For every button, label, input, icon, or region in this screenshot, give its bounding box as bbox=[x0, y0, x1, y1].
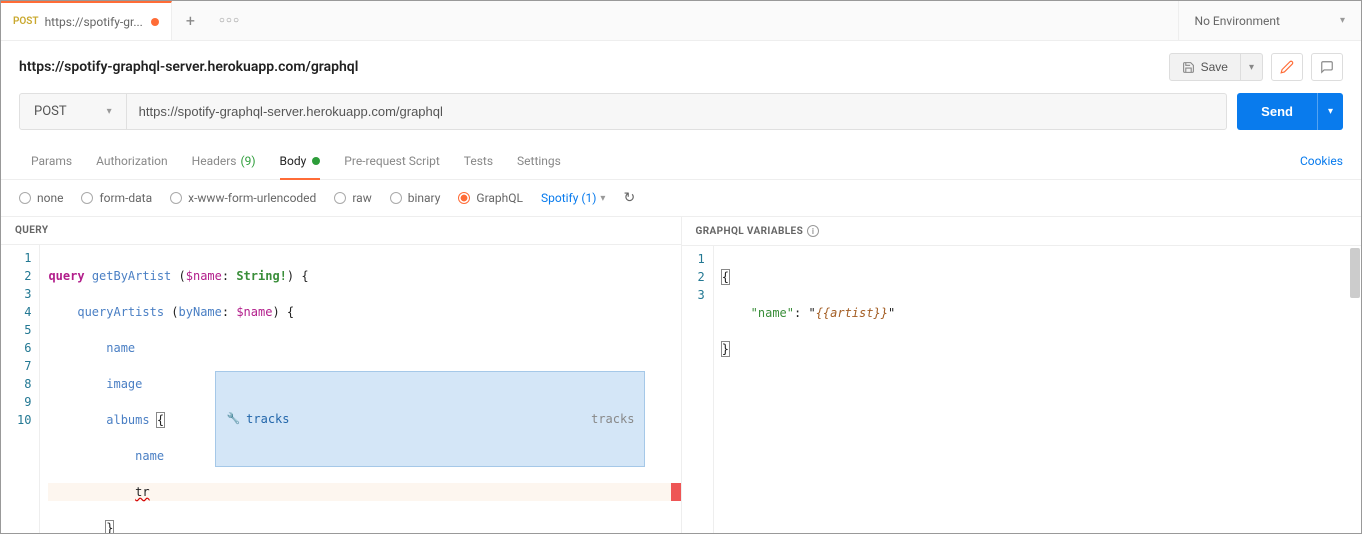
chevron-down-icon: ▾ bbox=[1340, 15, 1345, 26]
body-active-dot-icon bbox=[312, 157, 320, 165]
save-dropdown-button[interactable]: ▾ bbox=[1241, 53, 1263, 81]
send-dropdown-button[interactable]: ▾ bbox=[1317, 93, 1343, 130]
radio-none[interactable]: none bbox=[19, 191, 63, 205]
radio-icon bbox=[390, 192, 402, 204]
save-disk-icon bbox=[1182, 61, 1195, 74]
tab-headers-label: Headers bbox=[192, 154, 237, 168]
edit-button[interactable] bbox=[1271, 53, 1303, 81]
body-type-row: none form-data x-www-form-urlencoded raw… bbox=[1, 180, 1361, 217]
autocomplete-label: tracks bbox=[246, 410, 289, 428]
page-title: https://spotify-graphql-server.herokuapp… bbox=[19, 59, 358, 75]
tab-body-label: Body bbox=[280, 154, 307, 168]
query-code[interactable]: query getByArtist ($name: String!) { que… bbox=[40, 245, 680, 533]
url-input[interactable] bbox=[127, 94, 1227, 129]
tab-method-badge: POST bbox=[13, 16, 39, 27]
unsaved-dot-icon bbox=[151, 18, 159, 26]
variables-code[interactable]: { "name": "{{artist}}" } bbox=[714, 246, 1361, 533]
chevron-down-icon: ▾ bbox=[107, 106, 112, 117]
new-tab-button[interactable]: + bbox=[172, 11, 209, 30]
save-button[interactable]: Save bbox=[1169, 53, 1241, 81]
chevron-down-icon: ▾ bbox=[1328, 106, 1333, 117]
comment-button[interactable] bbox=[1311, 53, 1343, 81]
http-method-select[interactable]: POST ▾ bbox=[20, 94, 127, 129]
comment-icon bbox=[1320, 60, 1334, 74]
schema-selector[interactable]: Spotify (1) ▾ bbox=[541, 191, 605, 205]
autocomplete-item-tracks[interactable]: 🔧 tracks tracks bbox=[216, 408, 644, 430]
tab-prerequest[interactable]: Pre-request Script bbox=[332, 142, 451, 179]
variables-editor[interactable]: 1 2 3 { "name": "{{artist}}" } bbox=[682, 245, 1362, 533]
top-tab-bar: POST https://spotify-gr... + ○○○ No Envi… bbox=[1, 1, 1361, 41]
environment-label: No Environment bbox=[1195, 14, 1280, 28]
query-pane: QUERY 1 2 3 4 5 6 7 8 9 10 query getByAr… bbox=[1, 217, 682, 533]
tab-more-button[interactable]: ○○○ bbox=[209, 15, 250, 26]
tab-headers[interactable]: Headers (9) bbox=[180, 142, 268, 179]
variables-pane: GRAPHQL VARIABLES i 1 2 3 { "name": "{{a… bbox=[682, 217, 1362, 533]
pencil-icon bbox=[1280, 60, 1294, 74]
request-tab-active[interactable]: POST https://spotify-gr... bbox=[1, 1, 172, 40]
chevron-down-icon: ▾ bbox=[600, 193, 605, 204]
radio-binary[interactable]: binary bbox=[390, 191, 441, 205]
query-editor[interactable]: 1 2 3 4 5 6 7 8 9 10 query getByArtist (… bbox=[1, 244, 681, 533]
query-gutter: 1 2 3 4 5 6 7 8 9 10 bbox=[1, 245, 40, 533]
refresh-icon: ↻ bbox=[623, 190, 635, 206]
radio-x-www-form-urlencoded[interactable]: x-www-form-urlencoded bbox=[170, 191, 316, 205]
cookies-link[interactable]: Cookies bbox=[1300, 154, 1343, 168]
send-button[interactable]: Send bbox=[1237, 93, 1317, 130]
tab-title: https://spotify-gr... bbox=[45, 15, 143, 29]
radio-graphql[interactable]: GraphQL bbox=[458, 191, 523, 205]
tab-authorization[interactable]: Authorization bbox=[84, 142, 180, 179]
radio-icon bbox=[170, 192, 182, 204]
radio-icon bbox=[19, 192, 31, 204]
chevron-down-icon: ▾ bbox=[1249, 62, 1254, 73]
radio-raw[interactable]: raw bbox=[334, 191, 371, 205]
tab-params[interactable]: Params bbox=[19, 142, 84, 179]
request-section-tabs: Params Authorization Headers (9) Body Pr… bbox=[1, 142, 1361, 180]
environment-selector[interactable]: No Environment ▾ bbox=[1178, 1, 1361, 40]
http-method-value: POST bbox=[34, 104, 67, 119]
variables-header: GRAPHQL VARIABLES i bbox=[682, 217, 1362, 245]
radio-icon bbox=[334, 192, 346, 204]
variables-header-label: GRAPHQL VARIABLES bbox=[696, 226, 804, 237]
autocomplete-popup[interactable]: 🔧 tracks tracks bbox=[215, 371, 645, 467]
save-label: Save bbox=[1201, 60, 1228, 74]
scrollbar-thumb[interactable] bbox=[1350, 248, 1360, 298]
wrench-icon: 🔧 bbox=[226, 410, 240, 428]
radio-icon-checked bbox=[458, 192, 470, 204]
autocomplete-type: tracks bbox=[591, 410, 634, 428]
radio-icon bbox=[81, 192, 93, 204]
query-header: QUERY bbox=[1, 217, 681, 244]
variables-gutter: 1 2 3 bbox=[682, 246, 714, 533]
error-marker-icon bbox=[671, 483, 681, 501]
title-row: https://spotify-graphql-server.herokuapp… bbox=[1, 41, 1361, 93]
tab-tests[interactable]: Tests bbox=[452, 142, 505, 179]
schema-label: Spotify (1) bbox=[541, 191, 596, 205]
tab-body[interactable]: Body bbox=[268, 142, 333, 179]
headers-count: (9) bbox=[241, 154, 256, 168]
refresh-schema-button[interactable]: ↻ bbox=[623, 190, 635, 206]
info-icon[interactable]: i bbox=[807, 225, 819, 237]
url-row: POST ▾ Send ▾ bbox=[1, 93, 1361, 142]
tab-settings[interactable]: Settings bbox=[505, 142, 573, 179]
radio-form-data[interactable]: form-data bbox=[81, 191, 152, 205]
